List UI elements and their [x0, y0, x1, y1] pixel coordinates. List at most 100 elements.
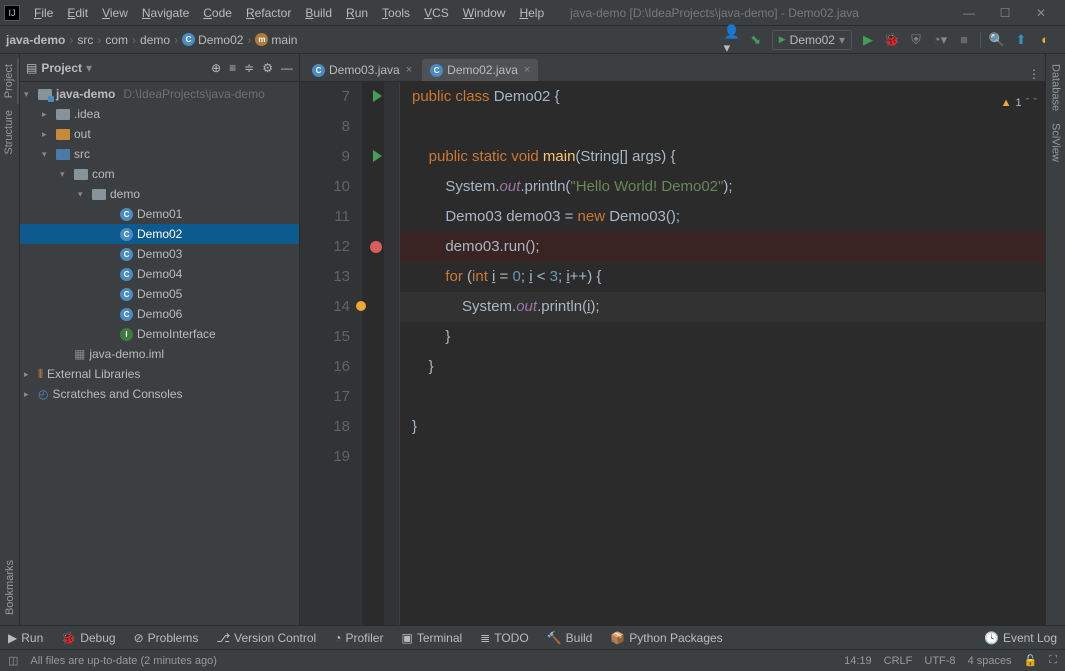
inspection-widget[interactable]: ▲ 1 ˆˇ — [1001, 88, 1037, 118]
run-gutter-icon[interactable] — [373, 90, 382, 102]
code-editor[interactable]: 78910111213141516171819 public class Dem… — [300, 82, 1045, 625]
search-everywhere-icon[interactable]: 🔍 — [989, 32, 1005, 48]
event-log-button[interactable]: 🕓Event Log — [984, 631, 1057, 645]
menu-help[interactable]: Help — [513, 4, 550, 22]
menu-navigate[interactable]: Navigate — [136, 4, 195, 22]
code-line-17[interactable] — [400, 382, 1045, 412]
sync-icon[interactable]: ⬆ — [1013, 32, 1029, 48]
menu-view[interactable]: View — [96, 4, 134, 22]
code-line-7[interactable]: public class Demo02 { — [400, 82, 1045, 112]
tool-window-todo[interactable]: ≣TODO — [480, 631, 529, 645]
menu-file[interactable]: File — [28, 4, 59, 22]
tree-idea[interactable]: ▸.idea — [20, 104, 299, 124]
code-line-18[interactable]: } — [400, 412, 1045, 442]
tool-tab-project[interactable]: Project — [1, 58, 19, 104]
code-line-19[interactable] — [400, 442, 1045, 472]
hide-icon[interactable]: — — [281, 61, 293, 75]
breakpoint-icon[interactable] — [370, 241, 382, 253]
add-user-icon[interactable]: 👤▾ — [724, 32, 740, 48]
tree-com[interactable]: ▾com — [20, 164, 299, 184]
memory-indicator-icon[interactable]: ⛶ — [1049, 654, 1057, 667]
code-line-16[interactable]: } — [400, 352, 1045, 382]
tool-window-run[interactable]: ▶Run — [8, 631, 43, 645]
debug-button[interactable]: 🐞 — [884, 32, 900, 48]
tree-demo[interactable]: ▾demo — [20, 184, 299, 204]
tool-window-terminal[interactable]: ▣Terminal — [401, 631, 462, 645]
tree-file-demointerface[interactable]: IDemoInterface — [20, 324, 299, 344]
tool-window-debug[interactable]: 🐞Debug — [61, 631, 115, 645]
code-line-13[interactable]: for (int i = 0; i < 3; i++) { — [400, 262, 1045, 292]
menu-refactor[interactable]: Refactor — [240, 4, 297, 22]
project-panel-title[interactable]: Project — [41, 61, 82, 75]
tool-window-version-control[interactable]: ⎇Version Control — [216, 631, 316, 645]
menu-edit[interactable]: Edit — [61, 4, 94, 22]
maximize-button[interactable]: ☐ — [993, 6, 1017, 20]
project-tree[interactable]: ▾java-demoD:\IdeaProjects\java-demo ▸.id… — [20, 82, 299, 625]
tool-window-build[interactable]: 🔨Build — [547, 631, 593, 645]
crumb-src[interactable]: src — [77, 33, 93, 47]
tree-out[interactable]: ▸out — [20, 124, 299, 144]
editor-tab-demo03-java[interactable]: CDemo03.java× — [304, 59, 420, 81]
tree-file-demo06[interactable]: CDemo06 — [20, 304, 299, 324]
fold-column[interactable] — [384, 82, 400, 625]
crumb-method[interactable]: mmain — [255, 33, 297, 47]
code-line-12[interactable]: demo03.run(); — [400, 232, 1045, 262]
tool-window-python-packages[interactable]: 📦Python Packages — [610, 631, 722, 645]
menu-vcs[interactable]: VCS — [418, 4, 455, 22]
tree-src[interactable]: ▾src — [20, 144, 299, 164]
tree-root[interactable]: ▾java-demoD:\IdeaProjects\java-demo — [20, 84, 299, 104]
tree-file-demo05[interactable]: CDemo05 — [20, 284, 299, 304]
tool-window-problems[interactable]: ⊘Problems — [134, 631, 199, 645]
close-tab-icon[interactable]: × — [524, 64, 530, 76]
run-button[interactable]: ▶ — [860, 32, 876, 48]
tool-tab-database[interactable]: Database — [1048, 58, 1064, 117]
menu-window[interactable]: Window — [457, 4, 512, 22]
crumb-project[interactable]: java-demo — [6, 33, 65, 47]
tree-file-demo04[interactable]: CDemo04 — [20, 264, 299, 284]
code-line-8[interactable] — [400, 112, 1045, 142]
crumb-class[interactable]: CDemo02 — [182, 33, 243, 47]
stop-button[interactable]: ■ — [956, 32, 972, 48]
crumb-com[interactable]: com — [105, 33, 128, 47]
indent-setting[interactable]: 4 spaces — [968, 655, 1012, 667]
intention-bulb-icon[interactable] — [356, 301, 366, 311]
run-config-selector[interactable]: ▶ Demo02 ▾ — [772, 30, 852, 50]
settings-icon[interactable]: ⚙ — [262, 61, 273, 75]
caret-position[interactable]: 14:19 — [844, 655, 872, 667]
ide-settings-icon[interactable]: ◐ — [1037, 32, 1053, 48]
tool-window-profiler[interactable]: ◔Profiler — [334, 631, 383, 645]
status-indicator-icon[interactable]: ◫ — [8, 654, 18, 667]
profiler-button[interactable]: ◔▾ — [932, 32, 948, 48]
tree-file-demo03[interactable]: CDemo03 — [20, 244, 299, 264]
tool-tab-bookmarks[interactable]: Bookmarks — [2, 554, 18, 621]
tree-file-demo01[interactable]: CDemo01 — [20, 204, 299, 224]
close-button[interactable]: ✕ — [1029, 6, 1053, 20]
menu-tools[interactable]: Tools — [376, 4, 416, 22]
run-gutter-icon[interactable] — [373, 150, 382, 162]
tree-file-demo02[interactable]: CDemo02 — [20, 224, 299, 244]
crumb-demo[interactable]: demo — [140, 33, 170, 47]
code-line-9[interactable]: public static void main(String[] args) { — [400, 142, 1045, 172]
expand-all-icon[interactable]: ≡ — [229, 61, 236, 75]
code-line-14[interactable]: System.out.println(i); — [400, 292, 1045, 322]
tree-scratches[interactable]: ▸◴Scratches and Consoles — [20, 384, 299, 404]
code-line-10[interactable]: System.out.println("Hello World! Demo02"… — [400, 172, 1045, 202]
minimize-button[interactable]: — — [957, 6, 981, 20]
tree-iml[interactable]: ▦java-demo.iml — [20, 344, 299, 364]
code-line-11[interactable]: Demo03 demo03 = new Demo03(); — [400, 202, 1045, 232]
tree-external-libraries[interactable]: ▸⫴External Libraries — [20, 364, 299, 384]
line-separator[interactable]: CRLF — [884, 655, 913, 667]
tabs-more-icon[interactable]: ⋮ — [1028, 67, 1041, 81]
build-icon[interactable]: ⬊ — [748, 32, 764, 48]
select-opened-file-icon[interactable]: ⊕ — [211, 61, 221, 75]
file-encoding[interactable]: UTF-8 — [924, 655, 955, 667]
tool-tab-structure[interactable]: Structure — [1, 104, 17, 161]
editor-tab-demo02-java[interactable]: CDemo02.java× — [422, 59, 538, 81]
readonly-lock-icon[interactable]: 🔓 — [1024, 654, 1038, 667]
menu-code[interactable]: Code — [197, 4, 238, 22]
menu-run[interactable]: Run — [340, 4, 374, 22]
menu-build[interactable]: Build — [299, 4, 338, 22]
tool-tab-sciview[interactable]: SciView — [1048, 117, 1064, 168]
code-line-15[interactable]: } — [400, 322, 1045, 352]
coverage-button[interactable]: ⛨ — [908, 32, 924, 48]
